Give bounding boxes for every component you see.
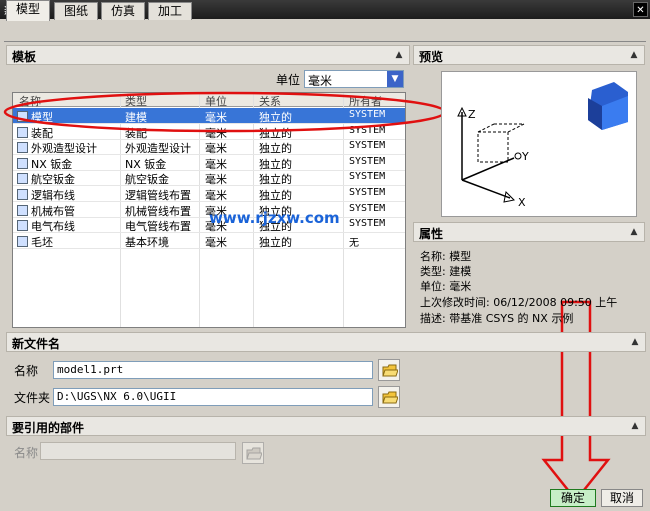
axis-label-z: Z bbox=[468, 108, 476, 121]
ok-button[interactable]: 确定 bbox=[550, 489, 596, 507]
collapse-icon[interactable]: ▲ bbox=[628, 226, 640, 238]
y-axis bbox=[461, 157, 515, 181]
properties-header[interactable]: 属性 ▲ bbox=[413, 222, 645, 242]
collapse-icon[interactable]: ▲ bbox=[628, 49, 640, 61]
prop-description: 描述: 带基准 CSYS 的 NX 示例 bbox=[420, 312, 574, 325]
prop-unit: 单位: 毫米 bbox=[420, 280, 472, 293]
watermark-text: www.rjzxw.com bbox=[209, 209, 340, 227]
prop-type: 类型: 建模 bbox=[420, 265, 472, 278]
ref-browse-button bbox=[242, 442, 264, 464]
folder-open-icon bbox=[382, 391, 398, 404]
highlight-oval bbox=[3, 91, 447, 133]
new-file-header[interactable]: 新文件名 ▲ bbox=[6, 332, 646, 352]
preview-image: Z Y X bbox=[441, 71, 637, 217]
ref-name-label: 名称 bbox=[14, 446, 39, 460]
properties-title: 属性 bbox=[419, 227, 444, 241]
datum-plane bbox=[477, 131, 509, 163]
folder-open-icon bbox=[246, 447, 262, 460]
browse-folder-button[interactable] bbox=[378, 386, 400, 408]
name-label: 名称 bbox=[14, 364, 39, 378]
model-preview-graphic: Z Y X bbox=[457, 82, 628, 209]
prop-name: 名称: 模型 bbox=[420, 250, 472, 263]
folder-open-icon bbox=[382, 364, 398, 377]
collapse-icon[interactable]: ▲ bbox=[629, 420, 641, 432]
axis-label-x: X bbox=[518, 196, 526, 209]
collapse-icon[interactable]: ▲ bbox=[629, 336, 641, 348]
new-file-title: 新文件名 bbox=[12, 337, 61, 351]
tab-model[interactable]: 模型 bbox=[6, 0, 50, 21]
browse-name-button[interactable] bbox=[378, 359, 400, 381]
x-axis bbox=[461, 179, 511, 199]
folder-input[interactable]: D:\UGS\NX 6.0\UGII bbox=[53, 388, 373, 406]
axis-label-y: Y bbox=[521, 150, 529, 163]
referenced-parts-title: 要引用的部件 bbox=[12, 421, 85, 435]
cancel-button[interactable]: 取消 bbox=[601, 489, 643, 507]
prop-modified: 上次修改时间: 06/12/2008 09:50 上午 bbox=[420, 296, 618, 309]
file-name-input[interactable]: model1.prt bbox=[53, 361, 373, 379]
referenced-parts-header[interactable]: 要引用的部件 ▲ bbox=[6, 416, 646, 436]
preview-header[interactable]: 预览 ▲ bbox=[413, 45, 645, 65]
ref-name-input bbox=[40, 442, 236, 460]
folder-label: 文件夹 bbox=[14, 391, 51, 405]
preview-title: 预览 bbox=[419, 50, 444, 64]
